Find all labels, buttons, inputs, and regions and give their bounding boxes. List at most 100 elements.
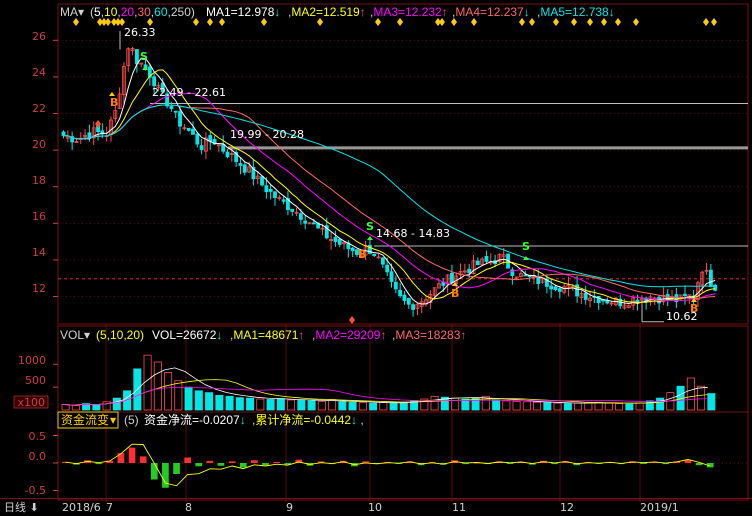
vol-tick-label: 1000	[18, 354, 46, 367]
price-tick-label: 24	[32, 66, 46, 79]
volume-bar	[512, 400, 521, 411]
volume-bar	[174, 380, 183, 411]
event-diamond-marker	[703, 18, 709, 26]
candle-body	[169, 106, 174, 110]
ma60-line	[63, 104, 716, 288]
volume-bar	[194, 390, 203, 411]
candle-body	[87, 132, 92, 139]
volume-bar	[625, 403, 634, 411]
volume-bar	[430, 395, 439, 411]
x-tick-label: 11	[452, 501, 466, 514]
price-tick-label: 14	[32, 246, 46, 259]
volume-bar	[123, 390, 132, 411]
volume-bar	[686, 377, 695, 411]
sell-signal[interactable]: S	[522, 240, 530, 253]
event-markers	[73, 18, 717, 324]
flow-y-axis: 0.5 0.0 -0.5	[25, 430, 46, 497]
candle-body	[372, 253, 377, 257]
volume-bar	[61, 404, 70, 411]
event-diamond-marker	[317, 18, 323, 26]
event-diamond-marker	[519, 18, 525, 26]
x-tick-label: 12	[560, 501, 574, 514]
volume-bar	[563, 403, 572, 411]
vol-title[interactable]: VOL	[60, 328, 84, 342]
price-tick-label: 16	[32, 210, 46, 223]
volume-bar	[399, 402, 408, 411]
candle-body	[195, 133, 200, 145]
volume-bar	[287, 399, 296, 411]
volume-bar	[615, 403, 624, 411]
vol-dropdown-icon[interactable]: ▾	[84, 328, 90, 342]
x-tick-label: 9	[286, 501, 293, 514]
flow-title[interactable]: 资金流变	[61, 412, 109, 427]
vol-panel-header: VOL ▾ (5,10,20) VOL=26672↓ ,MA1=48671↑ ,…	[60, 328, 466, 342]
flow-bar	[150, 463, 158, 480]
candle-body	[242, 164, 247, 173]
volume-bar	[276, 398, 285, 411]
event-diamond-marker	[219, 18, 225, 26]
volume-ma-lines	[61, 367, 708, 406]
period-selector[interactable]: 日线 ⬇	[4, 500, 39, 514]
buy-signal[interactable]: B	[690, 302, 698, 315]
event-diamond-marker	[397, 18, 403, 26]
candle-body	[450, 272, 454, 283]
candle-body	[406, 298, 411, 305]
sell-signal[interactable]: S	[366, 220, 374, 233]
candle-body	[199, 145, 204, 151]
volume-bar	[225, 395, 234, 411]
candle-body	[398, 289, 403, 297]
vol-ma2-readout: ,MA2=29209↑	[312, 328, 386, 342]
ma1-readout: MA1=12.978↓	[206, 5, 280, 19]
flow-dropdown-icon[interactable]: ▾	[110, 413, 116, 427]
volume-bar	[92, 404, 101, 411]
candle-body	[393, 281, 398, 290]
volume-bar	[338, 401, 347, 411]
price-tick-label: 20	[32, 138, 46, 151]
buy-signal[interactable]: B	[358, 248, 366, 261]
price-level-lines	[58, 31, 748, 323]
fund-flow-bars	[62, 443, 714, 488]
x-tick-label: 7	[106, 501, 113, 514]
volume-bar	[358, 402, 367, 411]
gap-annotation-3: 14.68 - 14.83	[376, 227, 450, 240]
candle-body	[549, 285, 554, 290]
buy-signal[interactable]: B	[110, 96, 118, 109]
volume-bar	[256, 398, 265, 411]
price-y-axis: 26 24 22 20 18 16 14 12	[32, 30, 46, 295]
ma-dropdown-icon[interactable]: ▾	[78, 5, 84, 19]
vol-params: (5,10,20)	[96, 328, 144, 342]
event-diamond-marker	[615, 18, 621, 26]
flow-bar	[173, 463, 180, 474]
buy-signal[interactable]: B	[451, 287, 459, 300]
price-tick-label: 22	[32, 102, 46, 115]
flow-bar	[128, 447, 136, 463]
volume-bar	[246, 397, 255, 411]
event-diamond-marker	[587, 18, 593, 26]
ma-title[interactable]: MA	[60, 5, 78, 19]
candle-body	[337, 238, 342, 245]
flow-bar	[228, 461, 236, 463]
volume-bar	[533, 401, 542, 411]
event-diamond-marker	[439, 18, 445, 26]
sell-signal[interactable]: S	[140, 50, 148, 63]
volume-bar	[574, 402, 583, 411]
volume-bar	[328, 399, 337, 411]
stock-chart-root[interactable]: MA ▾ (5,10,20,30,60,250) MA1=12.978↓ ,MA…	[0, 0, 752, 516]
flow-bar	[139, 456, 147, 463]
flow-bar	[184, 457, 191, 463]
price-panel-header: MA ▾ (5,10,20,30,60,250) MA1=12.978↓ ,MA…	[60, 5, 615, 19]
candle-body	[61, 131, 66, 136]
ma3-readout: ,MA3=12.232↑	[370, 5, 448, 19]
candle-body	[380, 257, 385, 265]
event-diamond-marker	[147, 18, 153, 26]
volume-bar	[522, 401, 531, 411]
event-diamond-marker	[451, 18, 457, 26]
signal-arrow	[523, 256, 529, 260]
event-diamond-marker	[193, 18, 199, 26]
candle-body	[467, 268, 472, 274]
candle-body	[134, 49, 139, 65]
candle-body	[411, 304, 416, 310]
candle-body	[557, 288, 562, 292]
candle-body	[402, 294, 407, 301]
volume-ma-line	[61, 367, 708, 406]
